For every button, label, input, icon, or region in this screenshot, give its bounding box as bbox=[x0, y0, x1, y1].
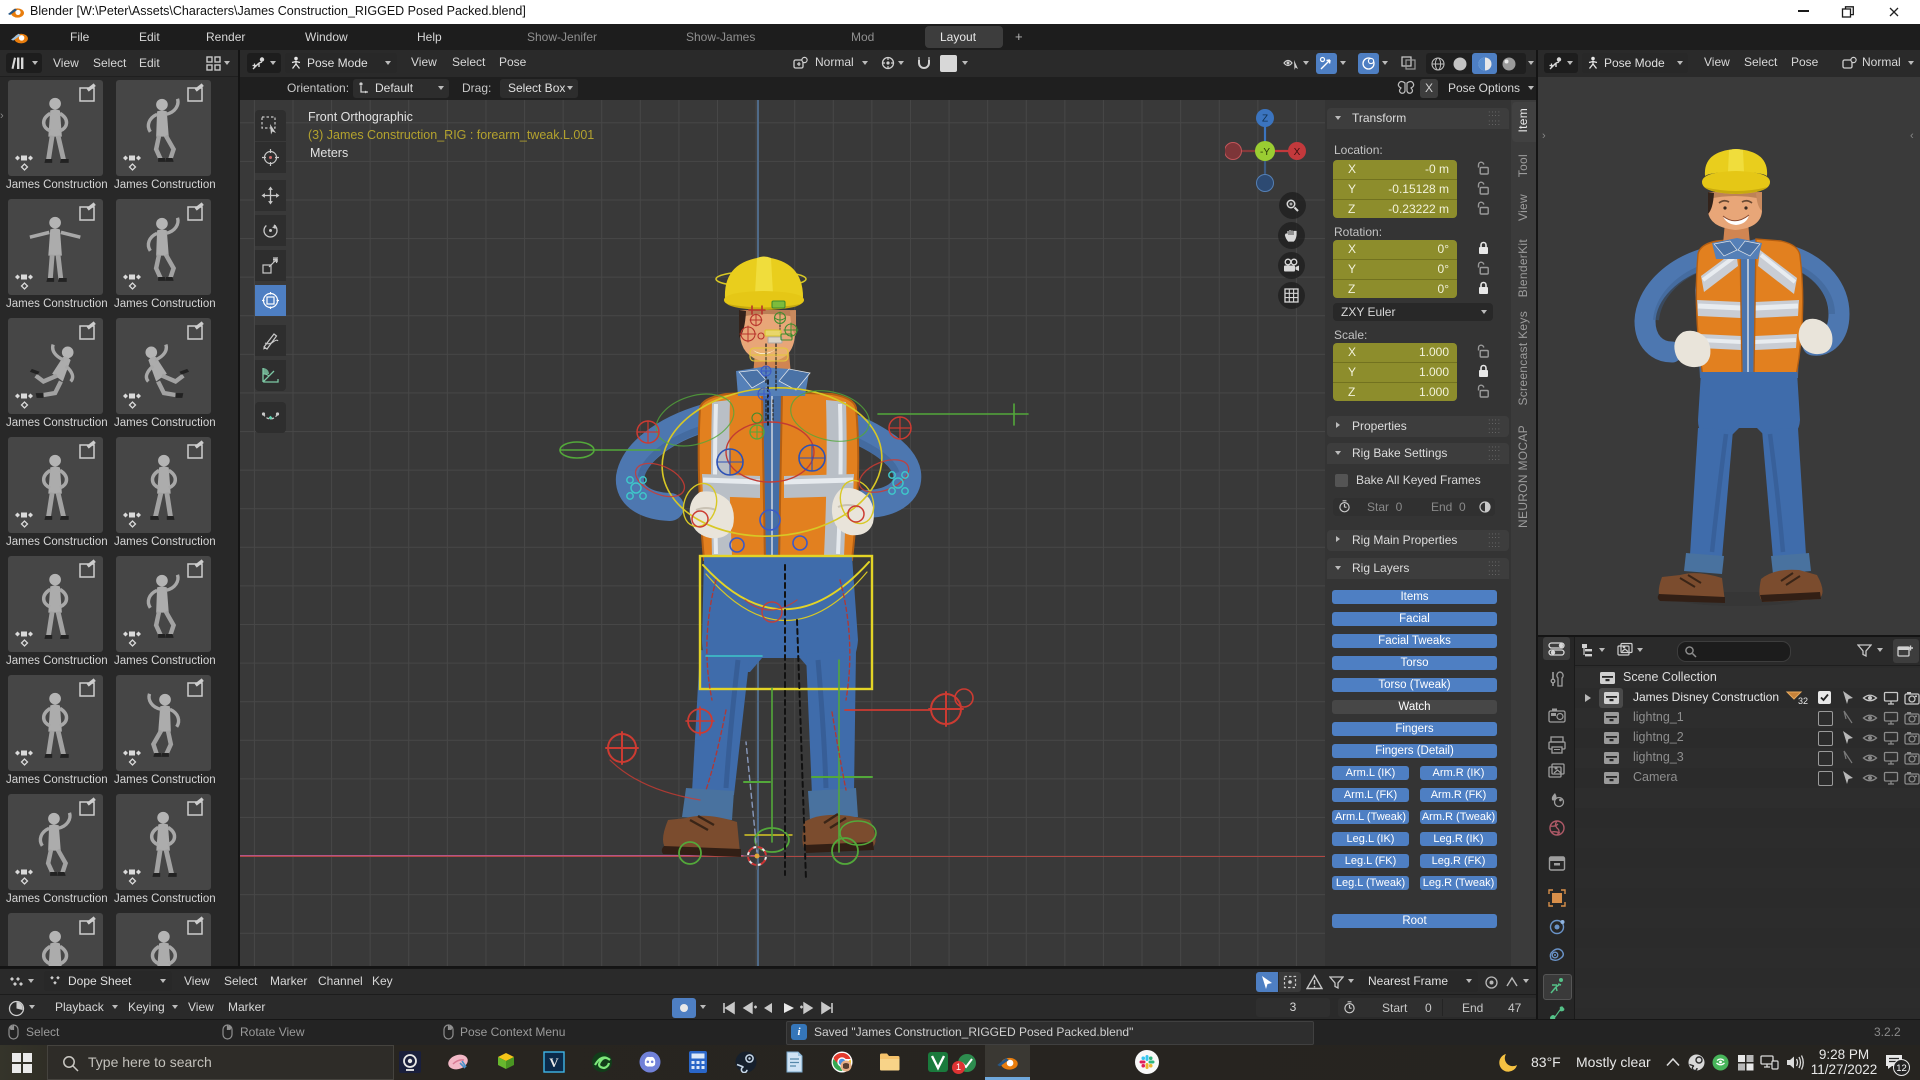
svg-text:V: V bbox=[549, 1055, 559, 1070]
svg-text:X: X bbox=[1294, 147, 1301, 158]
svg-text:32: 32 bbox=[1798, 696, 1808, 706]
svg-text:-Y: -Y bbox=[1260, 147, 1270, 158]
svg-text:Z: Z bbox=[1262, 114, 1268, 125]
